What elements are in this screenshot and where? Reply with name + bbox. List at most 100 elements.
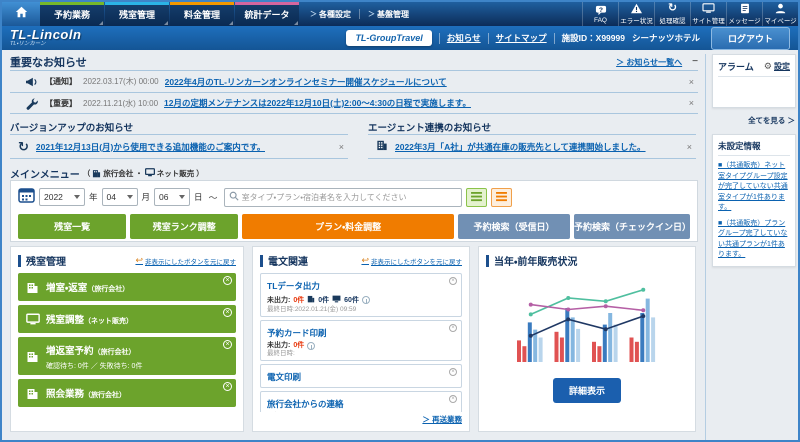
- group-travel-button[interactable]: TL-GroupTravel: [346, 30, 432, 46]
- reservation-search-checkin-button[interactable]: 予約検索（チェックイン日）: [574, 214, 691, 239]
- main-menu-card: 2022 年 04 月 06 日 ～ 残室一覧 残室ランク調整 プラン・料金調整…: [10, 180, 698, 242]
- orange-list-toggle[interactable]: [490, 187, 512, 207]
- detail-display-button[interactable]: 詳細表示: [552, 378, 621, 403]
- telegram-print-card[interactable]: 電文印刷 ×: [260, 364, 462, 388]
- unset-room-type-link[interactable]: ■（共通販売）ネット室タイプグループ設定が完了していない共通室タイプが1件ありま…: [718, 161, 790, 214]
- notice-link[interactable]: 2022年4月のTL-リンカーンオンラインセミナー開催スケジュールについて: [165, 76, 447, 88]
- agency-contact-card[interactable]: 旅行会社からの連絡 未処理: 0件 ×: [260, 391, 462, 412]
- util-message[interactable]: メッセージ: [726, 2, 762, 26]
- hide-button-icon[interactable]: ×: [223, 308, 232, 317]
- facility-id-label: 施設ID：X99999: [561, 33, 625, 43]
- tab-label: 料金管理: [183, 9, 220, 20]
- building-icon: [25, 386, 40, 400]
- tab-statistics[interactable]: 統計データ: [235, 2, 299, 26]
- room-stock-list-button[interactable]: 残室一覧: [18, 214, 127, 239]
- search-icon: [229, 188, 239, 206]
- maintenance-icon: [24, 97, 39, 110]
- see-all-link[interactable]: 全てを見る ＞: [712, 115, 795, 126]
- util-mypage[interactable]: マイページ: [762, 2, 798, 26]
- day-unit-label: 日: [194, 192, 203, 202]
- accent-bar: [486, 254, 489, 267]
- info-icon[interactable]: [307, 341, 316, 350]
- sub-header-links: TL-GroupTravel お知らせ サイトマップ 施設ID：X99999 シ…: [346, 26, 790, 50]
- alarm-settings-link[interactable]: ⚙ 設定: [764, 61, 790, 72]
- chevron-down-icon: [179, 195, 186, 199]
- hide-card-icon[interactable]: ×: [449, 324, 457, 332]
- accent-bar: [18, 254, 21, 267]
- day-select[interactable]: 06: [154, 188, 191, 206]
- reservation-card-print-card[interactable]: 予約カード印刷 未出力: 0件 最終日時: ×: [260, 320, 462, 361]
- tl-lincoln-logo[interactable]: TL-Lincoln TL・リンカーン: [10, 28, 81, 48]
- reservation-search-received-button[interactable]: 予約検索（受信日）: [457, 214, 570, 239]
- notice-row: 【重要】 2022.11.21(水) 10:00 12月の定期メンテナンスは20…: [10, 92, 698, 114]
- hide-button-icon[interactable]: ×: [223, 382, 232, 391]
- pending-counts: 確認待ち: 0件 ／ 失敗待ち: 0件: [46, 363, 143, 370]
- search-input[interactable]: [241, 192, 457, 202]
- restore-hidden-buttons-link[interactable]: ↩ 非表示にしたボタンを元に戻す: [361, 255, 462, 266]
- tl-data-output-link[interactable]: TLデータ出力: [267, 280, 320, 292]
- notice-nav-link[interactable]: お知らせ: [447, 32, 481, 44]
- accent-bar: [260, 254, 263, 267]
- util-site-management[interactable]: サイト管理: [690, 2, 726, 26]
- inquiry-work-button[interactable]: 照会業務（旅行会社） ×: [18, 379, 236, 407]
- agent-link[interactable]: 2022年3月「A社」が共通在庫の販売先として連携開始しました。: [395, 141, 646, 153]
- hide-button-icon[interactable]: ×: [223, 276, 232, 285]
- calendar-icon[interactable]: [18, 187, 35, 208]
- room-stock-adjust-button[interactable]: 残室調整（ネット販売） ×: [18, 305, 236, 333]
- util-faq[interactable]: ? FAQ: [582, 2, 618, 26]
- section-title: バージョンアップのお知らせ: [10, 123, 134, 134]
- restore-hidden-buttons-link[interactable]: ↩ 非表示にしたボタンを元に戻す: [135, 255, 236, 266]
- notice-link[interactable]: 12月の定期メンテナンスは2022年12月10日(土)2:00～4:30の日程で…: [164, 97, 471, 109]
- breadcrumb: ＞各種設定 ＞基盤管理: [310, 2, 409, 26]
- resend-work-link[interactable]: ＞ 再送業務: [260, 414, 462, 425]
- panel-title: 電文関連: [268, 257, 308, 268]
- telegram-panel: 電文関連 ↩ 非表示にしたボタンを元に戻す TLデータ出力 未出力: 0件 0件 …: [252, 246, 470, 432]
- telegram-print-link[interactable]: 電文印刷: [267, 371, 301, 383]
- info-icon[interactable]: [361, 296, 370, 304]
- version-up-link[interactable]: 2021年12月13日(月)から使用できる追加機能のご案内です。: [36, 141, 265, 153]
- minimize-button[interactable]: −: [692, 57, 698, 67]
- tl-data-output-card[interactable]: TLデータ出力 未出力: 0件 0件 60件 最終日時:2022.01.21(金…: [260, 273, 462, 317]
- close-icon[interactable]: ×: [689, 77, 694, 87]
- add-return-reservation-button[interactable]: 増返室予約（旅行会社） 確認待ち: 0件 ／ 失敗待ち: 0件 ×: [18, 337, 236, 375]
- close-icon[interactable]: ×: [687, 142, 692, 152]
- util-error-status[interactable]: エラー状況: [618, 2, 654, 26]
- hide-card-icon[interactable]: ×: [449, 277, 457, 285]
- tab-room-stock[interactable]: 残室管理: [105, 2, 169, 26]
- legend-net-label: ネット販売: [156, 169, 195, 178]
- notice-list-link[interactable]: ＞ お知らせ一覧へ: [616, 57, 682, 68]
- hide-card-icon[interactable]: ×: [449, 395, 457, 403]
- sub-header-bar: TL-Lincoln TL・リンカーン TL-GroupTravel お知らせ …: [2, 26, 798, 50]
- add-return-room-button[interactable]: 増室・返室（旅行会社） ×: [18, 273, 236, 301]
- util-process-check[interactable]: ↻ 処理確認: [654, 2, 690, 26]
- unset-plan-group-link[interactable]: ■（共通販売）プラングループ完了していない共通プランが1件あります。: [718, 219, 790, 261]
- hide-button-icon[interactable]: ×: [223, 340, 232, 349]
- green-list-toggle[interactable]: [465, 187, 487, 207]
- logout-button[interactable]: ログアウト: [710, 26, 790, 50]
- monitor-icon: [25, 313, 40, 326]
- plan-rate-adjust-button[interactable]: プラン・料金調整: [242, 214, 454, 239]
- home-button[interactable]: [2, 2, 40, 26]
- svg-text:?: ?: [598, 6, 602, 13]
- monitor-icon: [144, 168, 155, 179]
- alarm-title: アラーム: [718, 62, 754, 72]
- breadcrumb-settings[interactable]: ＞各種設定: [310, 9, 351, 20]
- close-icon[interactable]: ×: [339, 142, 344, 152]
- tab-rate-management[interactable]: 料金管理: [170, 2, 234, 26]
- monitor-icon: [332, 295, 341, 306]
- month-select[interactable]: 04: [101, 188, 138, 206]
- notice-datetime: 2022.03.17(木) 00:00: [83, 77, 159, 86]
- sitemap-link[interactable]: サイトマップ: [496, 32, 547, 44]
- agency-contact-link[interactable]: 旅行会社からの連絡: [267, 398, 344, 410]
- unset-info-card: 未設定情報 ■（共通販売）ネット室タイプグループ設定が完了していない共通室タイプ…: [712, 134, 796, 267]
- month-unit-label: 月: [141, 192, 151, 202]
- year-select[interactable]: 2022: [39, 188, 85, 206]
- room-rank-adjust-button[interactable]: 残室ランク調整: [130, 214, 239, 239]
- version-up-notice-section: バージョンアップのお知らせ ↻ 2021年12月13日(月)から使用できる追加機…: [10, 120, 348, 159]
- close-icon[interactable]: ×: [689, 98, 694, 108]
- tab-reservation-work[interactable]: 予約業務: [40, 2, 104, 26]
- reservation-card-print-link[interactable]: 予約カード印刷: [267, 327, 327, 339]
- breadcrumb-platform[interactable]: ＞基盤管理: [368, 9, 409, 20]
- undo-icon: ↩: [135, 255, 143, 265]
- hide-card-icon[interactable]: ×: [449, 368, 457, 376]
